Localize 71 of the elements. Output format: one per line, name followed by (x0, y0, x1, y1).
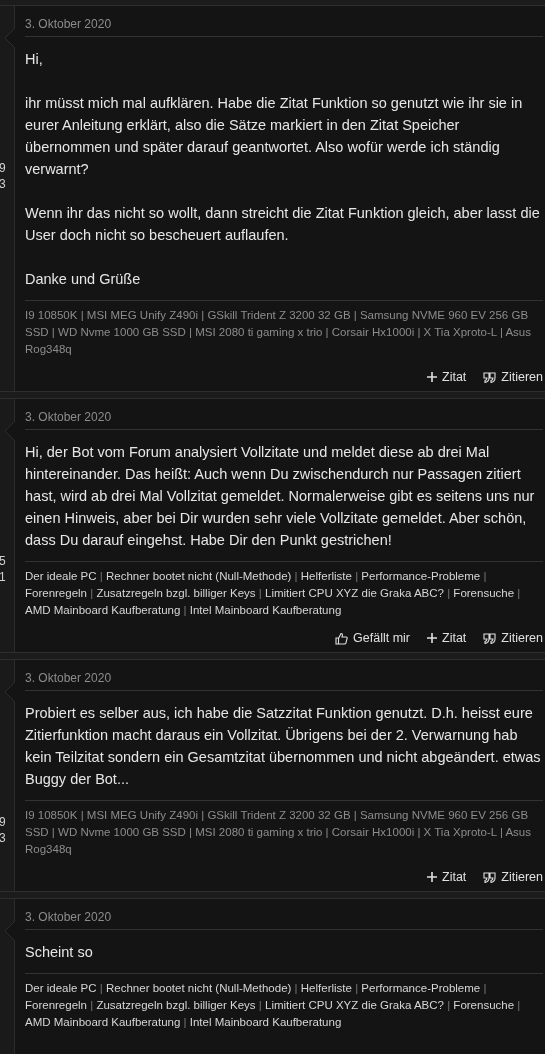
thumbs-up-icon (335, 631, 349, 645)
signature-link[interactable]: Zusatzregeln bzgl. billiger Keys (96, 587, 256, 599)
user-stat-number: 5 (0, 553, 6, 569)
post-date: 3. Oktober 2020 (25, 671, 112, 685)
quote-button[interactable]: Zitieren (483, 368, 543, 386)
plus-icon (427, 633, 437, 643)
signature-link[interactable]: Intel Mainboard Kaufberatung (189, 1016, 342, 1028)
signature-link[interactable]: Forenregeln (25, 999, 87, 1011)
signature-link[interactable]: AMD Mainboard Kaufberatung (25, 1016, 181, 1028)
signature-link[interactable]: Helferliste (300, 570, 352, 582)
signature-link[interactable]: AMD Mainboard Kaufberatung (25, 604, 181, 616)
signature-link[interactable]: Der ideale PC (25, 982, 97, 994)
user-stat-number: 1 (0, 569, 6, 585)
plus-icon (427, 872, 437, 882)
signature-link[interactable]: Zusatzregeln bzgl. billiger Keys (96, 999, 256, 1011)
signature-link[interactable]: Limitiert CPU XYZ die Graka ABC? (265, 587, 444, 599)
link-separator: | (99, 982, 103, 994)
link-separator: | (517, 999, 521, 1011)
post-date: 3. Oktober 2020 (25, 910, 112, 924)
link-separator: | (258, 999, 262, 1011)
add-quote-button[interactable]: Zitat (427, 629, 467, 647)
signature-link[interactable]: Forensuche (453, 999, 515, 1011)
user-stat-number: 9 (0, 814, 6, 830)
link-separator: | (447, 999, 451, 1011)
signature-link[interactable]: Rechner bootet nicht (Null-Methode) (106, 570, 292, 582)
link-separator: | (483, 570, 487, 582)
quote-button[interactable]: Zitieren (483, 868, 543, 886)
post-paragraph: Hi, der Bot vom Forum analysiert Vollzitate und meldet diese ab drei Mal hintereinander. Das heißt: Auch wenn Du zwischendurch nur Passagen zitiert hast, wird ab drei Mal Vollzitat gemeldet. Normalerweise gibt es seitens uns nur einen Hinweis, aber bei Dir wurden sehr viele Vollzitate gemeldet. Aber schön, dass Du darauf eingehst. Habe Dir den Punkt gestrichen! (25, 443, 536, 550)
plus-icon (427, 372, 437, 382)
quote-icon (483, 371, 497, 383)
link-separator: | (447, 587, 451, 599)
signature-link[interactable]: Intel Mainboard Kaufberatung (189, 604, 342, 616)
link-separator: | (183, 604, 187, 616)
post-date: 3. Oktober 2020 (25, 410, 112, 424)
signature-link[interactable]: Forenregeln (25, 587, 87, 599)
like-button[interactable]: Gefällt mir (335, 629, 410, 647)
quote-button[interactable]: Zitieren (483, 629, 543, 647)
post-paragraph: Scheint so (25, 943, 94, 962)
signature-link[interactable]: Performance-Probleme (361, 570, 481, 582)
signature-link[interactable]: Helferliste (300, 982, 352, 994)
link-separator: | (355, 570, 359, 582)
link-separator: | (90, 587, 94, 599)
quote-icon (483, 871, 497, 883)
signature-link[interactable]: Forensuche (453, 587, 515, 599)
link-separator: | (483, 982, 487, 994)
link-separator: | (294, 570, 298, 582)
add-quote-button[interactable]: Zitat (427, 368, 467, 386)
post-paragraph: Danke und Grüße (25, 270, 142, 289)
post-paragraph: Wenn ihr das nicht so wollt, dann streicht die Zitat Funktion gleich, aber lasst die User doch nicht so bescheuert auflaufen. (25, 204, 541, 245)
signature-link[interactable]: Performance-Probleme (361, 982, 481, 994)
user-stat-number: 9 (0, 160, 6, 176)
link-separator: | (294, 982, 298, 994)
quote-icon (483, 632, 497, 644)
signature-text: I9 10850K | MSI MEG Unify Z490i | GSkill Trident Z 3200 32 GB | Samsung NVME 960 EV 256 GB SSD | WD Nvme 1000 GB SSD | MSI 2080 ti gaming x trio | Corsair Hx1000i | X Tia Xproto-L | Asus Rog348q (25, 308, 532, 357)
post-paragraph: ihr müsst mich mal aufklären. Habe die Zitat Funktion so genutzt wie ihr sie in eurer Anleitung erklärt, also die Sätze markiert in den Zitat Speicher übernommen und später darauf geantwortet. Also wofür werde ich ständig verwarnt? (25, 94, 524, 179)
link-separator: | (517, 587, 521, 599)
signature-link[interactable]: Der ideale PC (25, 570, 97, 582)
link-separator: | (355, 982, 359, 994)
signature-link[interactable]: Rechner bootet nicht (Null-Methode) (106, 982, 292, 994)
link-separator: | (183, 1016, 187, 1028)
post-paragraph: Hi, (25, 50, 44, 69)
user-stat-number: 3 (0, 830, 6, 846)
add-quote-button[interactable]: Zitat (427, 868, 467, 886)
post-date: 3. Oktober 2020 (25, 17, 112, 31)
signature-text: I9 10850K | MSI MEG Unify Z490i | GSkill Trident Z 3200 32 GB | Samsung NVME 960 EV 256 GB SSD | WD Nvme 1000 GB SSD | MSI 2080 ti gaming x trio | Corsair Hx1000i | X Tia Xproto-L | Asus Rog348q (25, 808, 532, 857)
link-separator: | (99, 570, 103, 582)
link-separator: | (258, 587, 262, 599)
signature-link[interactable]: Limitiert CPU XYZ die Graka ABC? (265, 999, 444, 1011)
post-paragraph: Probiert es selber aus, ich habe die Satzzitat Funktion genutzt. D.h. heisst eure Zitierfunktion macht daraus ein Vollzitat. Übrigens bei der 2. Verwarnung hab kein Teilzitat sondern ein Gesamtzitat übernommen und nicht abgeändert. etwas Buggy der Bot... (25, 704, 542, 789)
user-stat-number: 3 (0, 176, 6, 192)
link-separator: | (90, 999, 94, 1011)
